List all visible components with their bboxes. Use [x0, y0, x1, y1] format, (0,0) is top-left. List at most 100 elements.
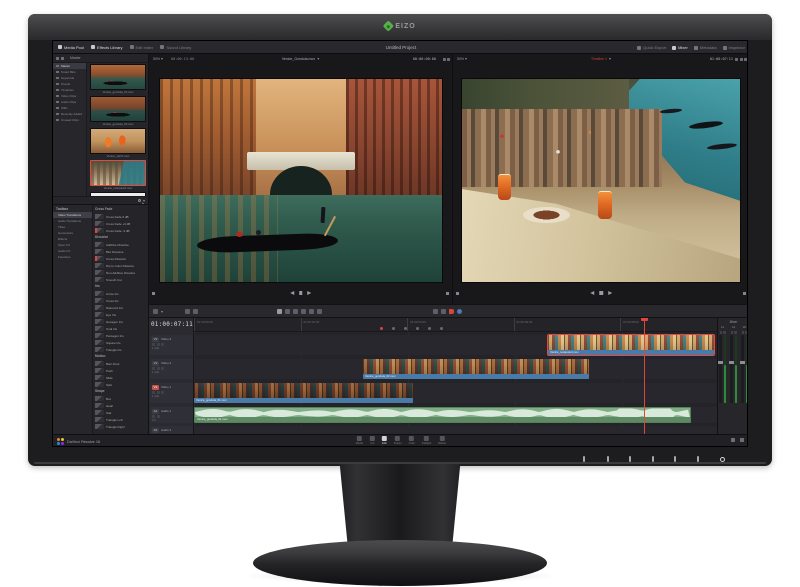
mixer-strip[interactable]: A1 — [719, 326, 727, 403]
bin-item[interactable]: Unused Clips — [53, 117, 86, 123]
stop-button[interactable] — [599, 291, 603, 295]
panel-toggle-button[interactable]: Mixer — [672, 45, 688, 50]
project-settings-icon[interactable] — [740, 438, 744, 442]
page-button[interactable]: Fusion — [394, 436, 402, 445]
effect-item[interactable]: Push — [95, 367, 147, 374]
source-video-image[interactable] — [159, 78, 443, 283]
volume-fader[interactable] — [719, 335, 722, 403]
timeline-view-options-icon[interactable] — [153, 309, 158, 314]
timeline-clip-a1[interactable]: Venice_gondola_01.mov — [194, 407, 691, 423]
mixer-strip[interactable]: M1 — [741, 326, 749, 403]
track-badge[interactable]: A1 — [152, 409, 159, 414]
media-clip[interactable]: Venice_gondola_02.mov — [90, 96, 146, 126]
effect-item[interactable]: Cross Iris — [95, 297, 147, 304]
effect-item[interactable]: Cross Fade -3 dB — [95, 227, 147, 234]
timeline-tracks-area[interactable]: 01:00:00:0001:00:02:0001:00:04:0001:00:0… — [194, 318, 717, 434]
timeline-marker[interactable] — [380, 327, 383, 330]
effect-item[interactable]: Eye Iris — [95, 311, 147, 318]
timeline-marker[interactable] — [428, 327, 431, 330]
selection-mode-icon[interactable] — [277, 309, 282, 314]
viewer-clip-select[interactable]: Venice_Gondola.mov — [282, 57, 319, 61]
out-point-icon[interactable] — [743, 292, 746, 295]
dual-timeline-icon[interactable] — [185, 309, 190, 314]
panel-toggle-button[interactable]: Quick Export — [637, 45, 666, 50]
effect-item[interactable]: Heart — [95, 402, 147, 409]
volume-fader[interactable] — [741, 335, 744, 403]
media-clip[interactable]: Venice_spritz.mov — [90, 128, 146, 158]
page-button[interactable]: Media — [356, 436, 363, 445]
search-icon[interactable] — [138, 199, 141, 202]
effect-item[interactable]: Arrow Iris — [95, 290, 147, 297]
effect-item[interactable]: Oval Iris — [95, 325, 147, 332]
panel-toggle-button[interactable]: Metadata — [694, 45, 717, 50]
viewer-mode-buttons[interactable] — [443, 58, 451, 61]
effect-item[interactable]: Star — [95, 409, 147, 416]
page-button[interactable]: Edit — [382, 436, 387, 445]
track-badge[interactable]: V1 — [152, 385, 159, 390]
effect-item[interactable]: Barn Door — [95, 360, 147, 367]
mixer-strip[interactable]: A2 — [730, 326, 738, 403]
effect-item[interactable]: Cross Fade +3 dB — [95, 220, 147, 227]
effect-item[interactable]: Pentagon Iris — [95, 332, 147, 339]
audio-track-header[interactable]: A2 Audio 2 2.0 — [150, 426, 193, 434]
full-extent-icon[interactable] — [193, 309, 198, 314]
linked-selection-icon[interactable] — [441, 309, 446, 314]
effect-item[interactable]: Diamond Iris — [95, 304, 147, 311]
effect-item[interactable]: Cross Dissolve — [95, 255, 147, 262]
page-button[interactable]: Color — [409, 436, 415, 445]
stop-button[interactable] — [299, 291, 303, 295]
video-track-header[interactable]: V3 Video 3 1 Clip — [150, 335, 193, 355]
effect-item[interactable]: Smooth Cut — [95, 276, 147, 283]
effect-item[interactable]: Additive Dissolve — [95, 241, 147, 248]
viewer-zoom-select[interactable]: 50% — [153, 57, 163, 61]
play-button[interactable] — [307, 291, 311, 295]
fader-handle[interactable] — [718, 361, 723, 364]
effect-item[interactable]: Square Iris — [95, 339, 147, 346]
timeline-marker[interactable] — [392, 327, 395, 330]
viewer-mode-buttons[interactable] — [735, 58, 747, 61]
viewer-zoom-select[interactable]: 50% — [457, 57, 467, 61]
effect-item[interactable]: Triangle Iris — [95, 346, 147, 353]
fader-handle[interactable] — [740, 361, 745, 364]
insert-clip-icon[interactable] — [301, 309, 306, 314]
playhead[interactable] — [644, 318, 645, 434]
media-pool-search[interactable] — [53, 196, 149, 204]
flag-icon[interactable] — [449, 309, 454, 314]
panel-toggle-button[interactable]: Inspector — [723, 45, 745, 50]
effect-item[interactable]: Slide — [95, 374, 147, 381]
panel-toggle-button[interactable]: Sound Library — [160, 45, 191, 50]
effect-item[interactable]: Dip to Color Dissolve — [95, 262, 147, 269]
list-view-icon[interactable] — [61, 57, 64, 60]
effect-item[interactable]: Triangle Right — [95, 423, 147, 430]
timeline-marker[interactable] — [440, 327, 443, 330]
video-track-header[interactable]: V2 Video 2 1 Clip — [150, 359, 193, 379]
step-back-button[interactable] — [590, 291, 594, 295]
trim-edit-mode-icon[interactable] — [285, 309, 290, 314]
fader-handle[interactable] — [729, 361, 734, 364]
track-badge[interactable]: A2 — [152, 428, 159, 433]
effect-item[interactable]: Non-Additive Dissolve — [95, 269, 147, 276]
timeline-video-image[interactable] — [461, 78, 741, 283]
effect-item[interactable]: Triangle Left — [95, 416, 147, 423]
effect-item[interactable]: Blur Dissolve — [95, 248, 147, 255]
toolbox-item[interactable]: Favorites — [53, 254, 92, 260]
snapping-icon[interactable] — [433, 309, 438, 314]
page-button[interactable]: Cut — [370, 436, 375, 445]
effect-item[interactable]: Split — [95, 381, 147, 388]
replace-clip-icon[interactable] — [317, 309, 322, 314]
audio-track-lane-a2[interactable] — [194, 426, 717, 434]
volume-fader[interactable] — [730, 335, 733, 403]
step-back-button[interactable] — [290, 291, 294, 295]
project-manager-icon[interactable] — [731, 438, 735, 442]
timeline-clip-v2[interactable]: Venice_gondola_02.mov — [363, 359, 589, 379]
timeline-ruler[interactable]: 01:00:00:0001:00:02:0001:00:04:0001:00:0… — [194, 318, 717, 332]
timeline-marker[interactable] — [416, 327, 419, 330]
panel-toggle-button[interactable]: Media Pool — [58, 45, 84, 50]
video-track-header[interactable]: V1 Video 1 1 Clip — [150, 383, 193, 403]
effect-item[interactable]: Box — [95, 395, 147, 402]
panel-toggle-button[interactable]: Effects Library — [91, 45, 123, 50]
track-badge[interactable]: V3 — [152, 337, 159, 342]
media-clip[interactable]: Venice_gondola_01.mov — [90, 64, 146, 94]
page-button[interactable]: Fairlight — [422, 436, 431, 445]
audio-track-header[interactable]: A1 Audio 1 2.0 — [150, 407, 193, 423]
